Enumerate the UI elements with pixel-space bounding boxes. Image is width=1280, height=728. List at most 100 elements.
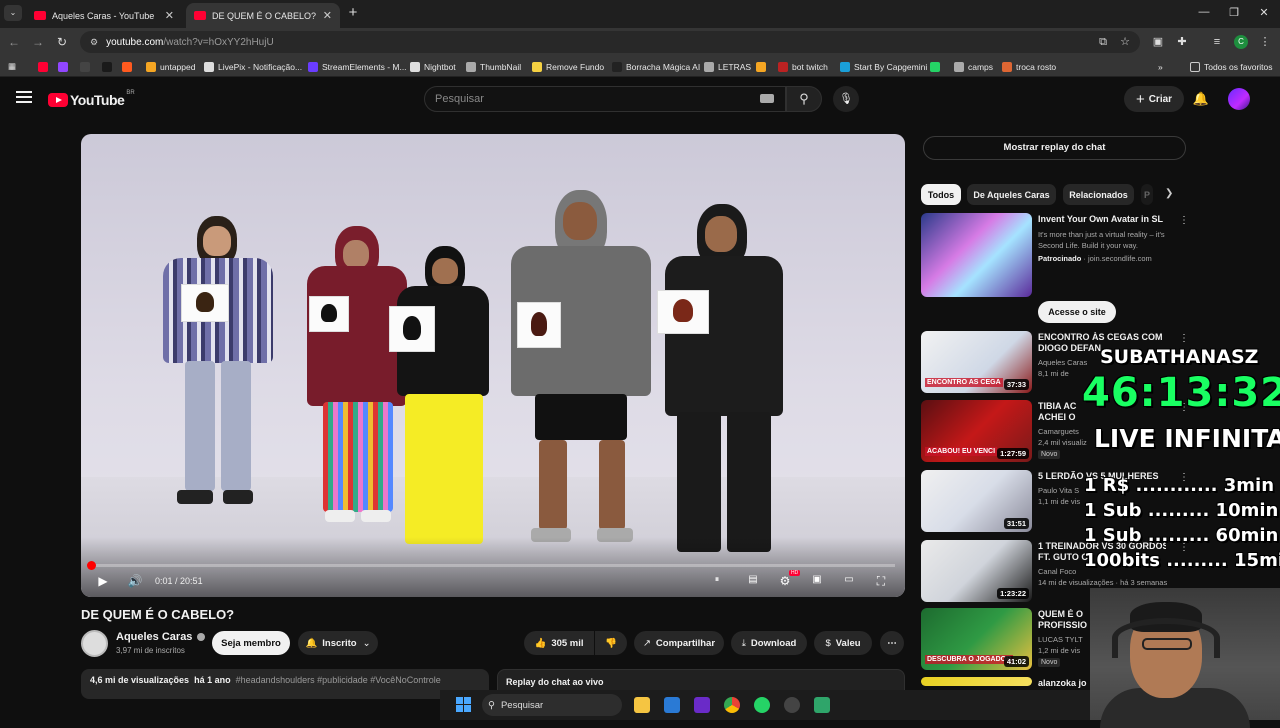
bookmark-item[interactable]: Remove Fundo (532, 59, 604, 74)
file-explorer-icon[interactable] (634, 697, 650, 713)
bookmark-item[interactable]: troca rosto (1002, 59, 1056, 74)
bookmark-item[interactable]: camps (954, 59, 993, 74)
video-thumbnail[interactable]: DESCUBRA O JOGADOR 41:02 (921, 608, 1032, 670)
join-button[interactable]: Seja membro (212, 631, 290, 655)
bookmark-item[interactable] (58, 59, 72, 74)
install-app-icon[interactable]: ⧉ (1096, 35, 1110, 49)
bookmark-item[interactable]: Nightbot (410, 59, 456, 74)
fullscreen-icon[interactable]: ⛶ (871, 574, 891, 589)
ad-title[interactable]: Invent Your Own Avatar in SL (1038, 214, 1163, 224)
outlook-icon[interactable] (664, 697, 680, 713)
hashtags[interactable]: #headandshoulders #publicidade #VocêNoCo… (236, 675, 441, 685)
bookmark-item[interactable]: StreamElements - M... (308, 59, 407, 74)
bookmark-item[interactable] (122, 59, 136, 74)
more-vertical-icon[interactable]: ⋮ (1179, 215, 1189, 226)
more-bookmarks-icon[interactable]: » (1158, 59, 1163, 74)
theater-mode-icon[interactable]: ▭ (839, 574, 859, 585)
settings-gear-icon[interactable]: ⚙ (775, 574, 795, 588)
browser-tab-aqueles-caras[interactable]: Aqueles Caras - YouTube ✕ (26, 3, 182, 28)
site-info-icon[interactable]: ⚙ (90, 37, 98, 48)
search-input[interactable] (435, 93, 745, 105)
app-icon[interactable] (814, 697, 830, 713)
apps-grid-icon[interactable]: ▦ (8, 59, 16, 74)
bookmark-item[interactable] (756, 59, 770, 74)
new-tab-button[interactable]: + (344, 4, 362, 22)
create-button[interactable]: + Criar (1124, 86, 1184, 112)
bookmark-item[interactable]: LETRAS (704, 59, 751, 74)
browser-menu-icon[interactable]: ⋮ (1258, 35, 1272, 49)
close-tab-icon[interactable]: ✕ (323, 9, 332, 22)
more-actions-button[interactable]: ⋯ (880, 631, 904, 655)
dislike-button[interactable]: 👎 (595, 631, 627, 655)
visit-site-button[interactable]: Acesse o site (1038, 301, 1116, 323)
voice-search-button[interactable]: 🎙 (833, 86, 859, 112)
video-thumbnail[interactable]: 1:23:22 (921, 540, 1032, 602)
taskbar-search[interactable]: ⚲ Pesquisar (482, 694, 622, 716)
bookmark-item[interactable]: Start By Capgemini (840, 59, 927, 74)
description-box[interactable]: 4,6 mi de visualizações há 1 ano #headan… (81, 669, 489, 699)
address-bar[interactable]: ⚙ youtube.com/watch?v=hOxYY2hHujU (80, 31, 1140, 53)
video-thumbnail[interactable]: ACABOU! EU VENCI 1:27:59 (921, 400, 1032, 462)
chevron-right-icon[interactable]: ❯ (1165, 188, 1173, 199)
video-channel[interactable]: Paulo Vita S (1038, 486, 1079, 495)
bookmark-item[interactable] (80, 59, 94, 74)
video-thumbnail[interactable] (921, 677, 1032, 686)
search-field[interactable] (424, 86, 786, 112)
channel-name[interactable]: Aqueles Caras (116, 631, 206, 643)
bookmark-item[interactable] (102, 59, 116, 74)
video-player[interactable]: ▶ 🔊 0:01 / 20:51 ⏸ ▤ ⚙ HD ▣ ▭ ⛶ (81, 134, 905, 597)
video-channel[interactable]: Canal Foco (1038, 567, 1076, 576)
subscribed-button[interactable]: 🔔 Inscrito ⌄ (298, 631, 378, 655)
minimize-window-icon[interactable]: — (1194, 6, 1214, 18)
tab-search-button[interactable]: ⌄ (4, 5, 22, 21)
chip-from-channel[interactable]: De Aqueles Caras (967, 184, 1056, 205)
bookmark-item[interactable] (930, 59, 944, 74)
browser-profile-avatar[interactable]: C (1234, 35, 1248, 49)
extensions-puzzle-icon[interactable]: ✚ (1175, 35, 1189, 49)
restore-window-icon[interactable]: ❐ (1224, 6, 1244, 19)
notifications-bell-icon[interactable]: 🔔 (1192, 90, 1210, 108)
play-icon[interactable]: ▶ (93, 574, 113, 588)
miniplayer-icon[interactable]: ▣ (807, 574, 827, 585)
show-chat-replay-button[interactable]: Mostrar replay do chat (923, 136, 1186, 160)
video-channel[interactable]: LUCAS TYLT (1038, 635, 1083, 644)
bookmark-item[interactable]: untapped (146, 59, 195, 74)
browser-tab-active-video[interactable]: DE QUEM É O CABELO? - YouTube ✕ (186, 3, 340, 28)
progress-bar[interactable] (91, 564, 895, 567)
sponsored-ad[interactable]: Invent Your Own Avatar in SL It's more t… (921, 213, 1189, 323)
share-button[interactable]: ↗ Compartilhar (634, 631, 724, 655)
obs-icon[interactable] (784, 697, 800, 713)
chrome-icon[interactable] (724, 697, 740, 713)
windows-start-icon[interactable] (456, 697, 471, 712)
video-thumbnail[interactable]: 31:51 (921, 470, 1032, 532)
bookmark-item[interactable]: bot twitch (778, 59, 828, 74)
autoplay-toggle-icon[interactable]: ⏸ (707, 574, 727, 585)
bookmark-item[interactable]: LivePix - Notificação... (204, 59, 302, 74)
bookmark-item[interactable] (38, 59, 52, 74)
chip-partial[interactable]: P (1141, 184, 1153, 205)
video-channel[interactable]: Camarguets (1038, 427, 1079, 436)
ad-thumbnail[interactable] (921, 213, 1032, 297)
user-avatar[interactable] (1228, 88, 1250, 110)
reload-icon[interactable]: ↻ (54, 34, 70, 50)
back-arrow-icon[interactable]: ← (6, 34, 22, 50)
bookmark-star-icon[interactable]: ☆ (1118, 35, 1132, 49)
volume-icon[interactable]: 🔊 (125, 574, 145, 588)
close-window-icon[interactable]: ✕ (1254, 6, 1274, 19)
keyboard-icon[interactable] (760, 94, 774, 103)
forward-arrow-icon[interactable]: → (30, 34, 46, 50)
media-controls-icon[interactable]: ≡ (1210, 35, 1224, 49)
youtube-logo[interactable]: YouTube BR (48, 90, 135, 108)
subtitles-icon[interactable]: ▤ (743, 574, 763, 585)
bookmark-item[interactable]: Borracha Mágica AI (612, 59, 700, 74)
download-button[interactable]: ⤓ Download (731, 631, 807, 655)
app-heart-icon[interactable] (694, 697, 710, 713)
extension-icon[interactable]: ▣ (1151, 35, 1165, 49)
like-button[interactable]: 👍 305 mil (524, 631, 594, 655)
close-tab-icon[interactable]: ✕ (165, 9, 174, 22)
whatsapp-icon[interactable] (754, 697, 770, 713)
scrubber-handle[interactable] (87, 561, 96, 570)
thanks-button[interactable]: $ Valeu (814, 631, 872, 655)
bookmark-item[interactable]: ThumbNail (466, 59, 521, 74)
video-thumbnail[interactable]: ENCONTRO AS CEGA 37:33 (921, 331, 1032, 393)
